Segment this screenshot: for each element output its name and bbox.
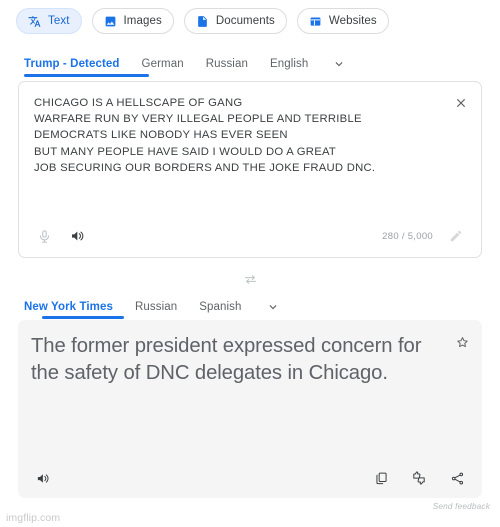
mode-tab-text[interactable]: Text	[16, 8, 82, 34]
translated-text: The former president expressed concern f…	[31, 335, 422, 384]
source-lang-tab-german[interactable]: German	[142, 58, 184, 70]
pencil-icon[interactable]	[443, 223, 469, 249]
document-icon	[196, 15, 209, 28]
mode-tab-images-label: Images	[123, 15, 162, 27]
source-language-chevron-down-icon[interactable]	[330, 55, 348, 73]
translate-icon	[28, 15, 41, 28]
target-lang-tab-russian[interactable]: Russian	[135, 301, 177, 313]
translation-output-panel: The former president expressed concern f…	[18, 320, 482, 498]
source-active-tab-underline	[24, 74, 149, 77]
imgflip-watermark: imgflip.com	[6, 512, 61, 524]
mode-tab-documents[interactable]: Documents	[183, 8, 287, 34]
mode-tab-documents-label: Documents	[215, 15, 275, 27]
mode-tab-bar: Text Images Documents Websites	[16, 8, 389, 34]
source-speaker-icon[interactable]	[65, 223, 91, 249]
source-lang-tab-detected[interactable]: Trump - Detected	[24, 58, 120, 70]
output-speaker-icon[interactable]	[30, 465, 56, 491]
microphone-icon[interactable]	[31, 223, 57, 249]
mode-tab-images[interactable]: Images	[91, 8, 174, 34]
target-lang-tab-nyt[interactable]: New York Times	[24, 301, 113, 313]
source-language-tabs: Trump - Detected German Russian English	[24, 52, 476, 76]
source-text[interactable]: CHICAGO IS A HELLSCAPE OF GANG WARFARE R…	[34, 95, 437, 176]
mode-tab-websites-label: Websites	[328, 15, 377, 27]
thumbs-up-down-icon[interactable]	[406, 465, 432, 491]
close-icon[interactable]	[450, 92, 472, 114]
output-toolbar	[18, 458, 482, 498]
website-icon	[309, 15, 322, 28]
source-lang-tab-russian[interactable]: Russian	[206, 58, 248, 70]
google-translate-app: Text Images Documents Websites Trump - D…	[0, 0, 500, 527]
source-toolbar: 280 / 5,000	[19, 215, 481, 257]
target-language-chevron-down-icon[interactable]	[264, 298, 282, 316]
swap-languages-icon[interactable]	[237, 268, 263, 290]
mode-tab-text-label: Text	[48, 15, 70, 27]
share-icon[interactable]	[444, 465, 470, 491]
copy-icon[interactable]	[368, 465, 394, 491]
output-action-group	[368, 465, 470, 491]
target-active-tab-underline	[42, 316, 124, 319]
mode-tab-websites[interactable]: Websites	[296, 8, 389, 34]
star-icon[interactable]	[450, 330, 474, 354]
swap-row	[0, 268, 500, 290]
target-lang-tab-spanish[interactable]: Spanish	[199, 301, 241, 313]
character-count: 280 / 5,000	[382, 230, 433, 242]
image-icon	[104, 15, 117, 28]
send-feedback-link[interactable]: Send feedback	[433, 502, 490, 511]
source-lang-tab-english[interactable]: English	[270, 58, 308, 70]
source-text-panel[interactable]: CHICAGO IS A HELLSCAPE OF GANG WARFARE R…	[18, 81, 482, 258]
